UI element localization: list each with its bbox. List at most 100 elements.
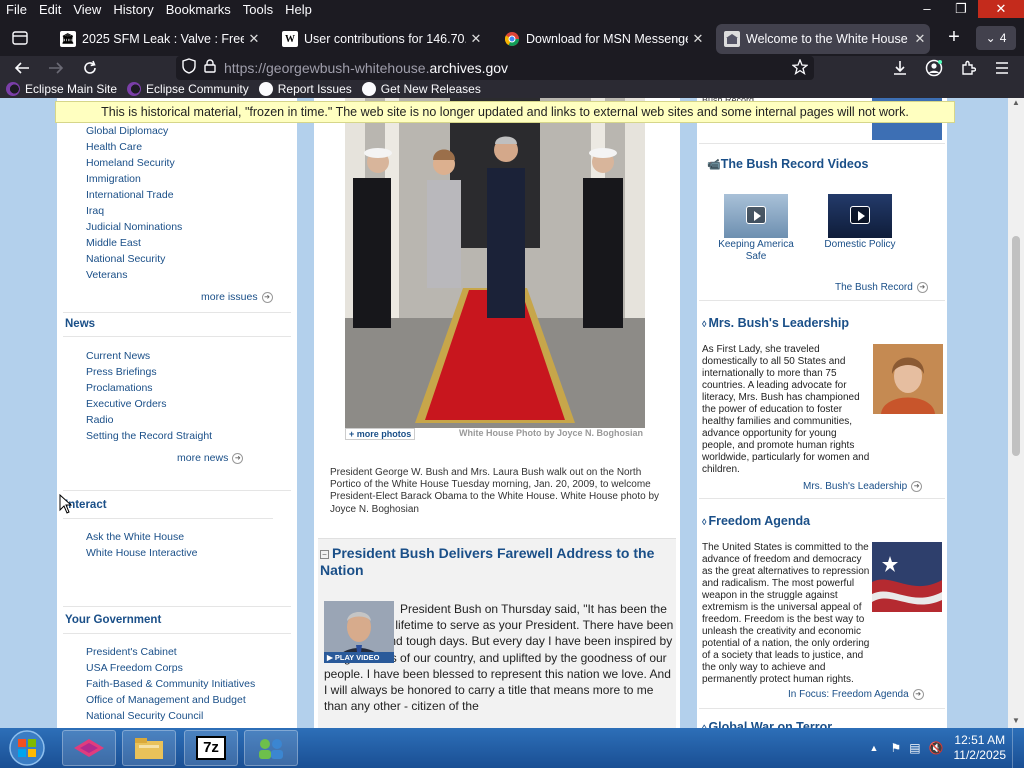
menu-file[interactable]: File [0, 0, 33, 20]
back-button[interactable] [8, 56, 36, 80]
scroll-thumb[interactable] [1012, 236, 1020, 456]
news-link-proclamations[interactable]: Proclamations [86, 382, 153, 394]
account-button[interactable] [920, 56, 948, 80]
farewell-photo[interactable] [345, 98, 645, 428]
issue-link-global-diplomacy[interactable]: Global Diplomacy [86, 125, 168, 137]
menu-edit[interactable]: Edit [33, 0, 67, 20]
extensions-button[interactable] [954, 56, 982, 80]
mrs-bush-leadership-heading[interactable]: ◊ Mrs. Bush's Leadership [702, 316, 849, 330]
action-center-flag-icon[interactable]: ⚑ [890, 741, 901, 755]
global-war-on-terror-heading[interactable]: ◊ Global War on Terror [702, 720, 832, 728]
video-thumbnail[interactable]: ▶ PLAY VIDEO [324, 601, 394, 663]
tab-white-house[interactable]: Welcome to the White House ✕ [716, 24, 930, 54]
gov-link-cabinet[interactable]: President's Cabinet [86, 646, 177, 658]
reload-button[interactable] [76, 56, 104, 80]
video-label-keeping-america-safe[interactable]: Keeping America Safe [711, 239, 801, 263]
menu-bookmarks[interactable]: Bookmarks [160, 0, 237, 20]
new-tab-button[interactable]: + [942, 26, 966, 50]
interact-link-wh-interactive[interactable]: White House Interactive [86, 547, 197, 559]
in-focus-freedom-agenda-link[interactable]: In Focus: Freedom Agenda ➜ [788, 689, 924, 700]
news-link-press-briefings[interactable]: Press Briefings [86, 366, 157, 378]
more-issues-link[interactable]: more issues ➜ [201, 291, 273, 303]
menu-help[interactable]: Help [279, 0, 318, 20]
volume-muted-icon[interactable]: 🔇 [929, 741, 944, 755]
tab-close-icon[interactable]: ✕ [910, 31, 930, 47]
menu-history[interactable]: History [107, 0, 159, 20]
tab-sfm-leak[interactable]: 🏛 2025 SFM Leak : Valve : Free Do ✕ [52, 24, 264, 54]
show-desktop-button[interactable] [1012, 728, 1024, 768]
taskbar-file-explorer[interactable] [122, 730, 176, 766]
issue-link-international-trade[interactable]: International Trade [86, 189, 174, 201]
video-thumb-domestic-policy[interactable] [828, 194, 892, 238]
close-window-button[interactable]: ✕ [978, 0, 1024, 18]
eclipse-icon [6, 82, 20, 96]
issue-link-health-care[interactable]: Health Care [86, 141, 142, 153]
bookmark-report-issues[interactable]: Report Issues [258, 82, 352, 96]
play-video-button[interactable]: ▶ PLAY VIDEO [324, 652, 394, 663]
news-heading[interactable]: News [65, 318, 95, 330]
address-bar[interactable]: https://georgewbush-whitehouse.archives.… [176, 56, 814, 80]
news-link-executive-orders[interactable]: Executive Orders [86, 398, 167, 410]
tab-close-icon[interactable]: ✕ [688, 31, 708, 47]
freedom-agenda-heading[interactable]: ◊ Freedom Agenda [702, 514, 810, 528]
app-menu-button[interactable] [988, 56, 1016, 80]
scroll-up-icon[interactable]: ▲ [1008, 98, 1024, 110]
more-photos-link[interactable]: + more photos [345, 428, 416, 440]
forward-button[interactable] [42, 56, 70, 80]
video-label-domestic-policy[interactable]: Domestic Policy [815, 239, 905, 251]
taskbar-network-app[interactable] [244, 730, 298, 766]
issue-link-veterans[interactable]: Veterans [86, 269, 127, 281]
divider [63, 336, 291, 337]
gov-link-nsc[interactable]: National Security Council [86, 710, 203, 722]
issue-link-immigration[interactable]: Immigration [86, 173, 141, 185]
news-link-radio[interactable]: Radio [86, 414, 113, 426]
news-link-current-news[interactable]: Current News [86, 350, 150, 362]
show-hidden-icons-icon[interactable]: ▲ [870, 743, 879, 753]
american-flag-photo[interactable] [872, 542, 942, 612]
the-bush-record-link[interactable]: The Bush Record ➜ [835, 282, 928, 293]
story-title[interactable]: – President Bush Delivers Farewell Addres… [320, 545, 676, 579]
menu-tools[interactable]: Tools [237, 0, 279, 20]
issue-link-national-security[interactable]: National Security [86, 253, 165, 265]
tab-close-icon[interactable]: ✕ [244, 31, 264, 47]
taskbar-7zip[interactable]: 7z [184, 730, 238, 766]
more-news-link[interactable]: more news ➜ [177, 452, 244, 464]
clock[interactable]: 12:51 AM 11/2/2025 [954, 733, 1007, 763]
bush-record-videos-heading[interactable]: 📹The Bush Record Videos [707, 157, 868, 171]
minimize-button[interactable]: – [910, 0, 944, 18]
start-button[interactable] [4, 729, 50, 767]
page-scrollbar[interactable]: ▲ ▼ [1008, 98, 1024, 728]
news-link-record-straight[interactable]: Setting the Record Straight [86, 430, 212, 442]
laura-bush-photo[interactable] [873, 344, 943, 414]
firefox-view-button[interactable] [6, 26, 34, 50]
gov-link-omb[interactable]: Office of Management and Budget [86, 694, 246, 706]
issue-link-homeland-security[interactable]: Homeland Security [86, 157, 175, 169]
taskbar-visual-studio[interactable] [62, 730, 116, 766]
issue-link-judicial-nominations[interactable]: Judicial Nominations [86, 221, 182, 233]
bookmark-star-icon[interactable] [791, 58, 809, 80]
url-text[interactable]: https://georgewbush-whitehouse.archives.… [224, 60, 508, 76]
issue-link-middle-east[interactable]: Middle East [86, 237, 141, 249]
gov-link-faith-based[interactable]: Faith-Based & Community Initiatives [86, 678, 255, 690]
downloads-button[interactable] [886, 56, 914, 80]
menu-view[interactable]: View [67, 0, 107, 20]
clock-date: 11/2/2025 [953, 748, 1007, 762]
shield-icon[interactable] [182, 57, 196, 79]
tab-user-contributions[interactable]: W User contributions for 146.70.16 ✕ [274, 24, 486, 54]
issue-link-iraq[interactable]: Iraq [86, 205, 104, 217]
tab-close-icon[interactable]: ✕ [466, 31, 486, 47]
mrs-bush-leadership-link[interactable]: Mrs. Bush's Leadership ➜ [803, 481, 923, 492]
network-icon[interactable]: ▤ [909, 741, 920, 755]
bookmark-eclipse-main[interactable]: Eclipse Main Site [6, 82, 117, 96]
bookmark-get-new-releases[interactable]: Get New Releases [361, 82, 481, 96]
gov-link-freedom-corps[interactable]: USA Freedom Corps [86, 662, 183, 674]
list-all-tabs-button[interactable]: ⌄ 4 [976, 26, 1016, 50]
your-government-heading[interactable]: Your Government [65, 614, 161, 626]
tab-msn-messenger[interactable]: Download for MSN Messenger ✕ [496, 24, 708, 54]
interact-link-ask[interactable]: Ask the White House [86, 531, 184, 543]
lock-icon[interactable] [204, 58, 216, 78]
video-thumb-keeping-america-safe[interactable] [724, 194, 788, 238]
maximize-button[interactable]: ❐ [944, 0, 978, 18]
bookmark-eclipse-community[interactable]: Eclipse Community [127, 82, 249, 96]
scroll-down-icon[interactable]: ▼ [1008, 716, 1024, 728]
